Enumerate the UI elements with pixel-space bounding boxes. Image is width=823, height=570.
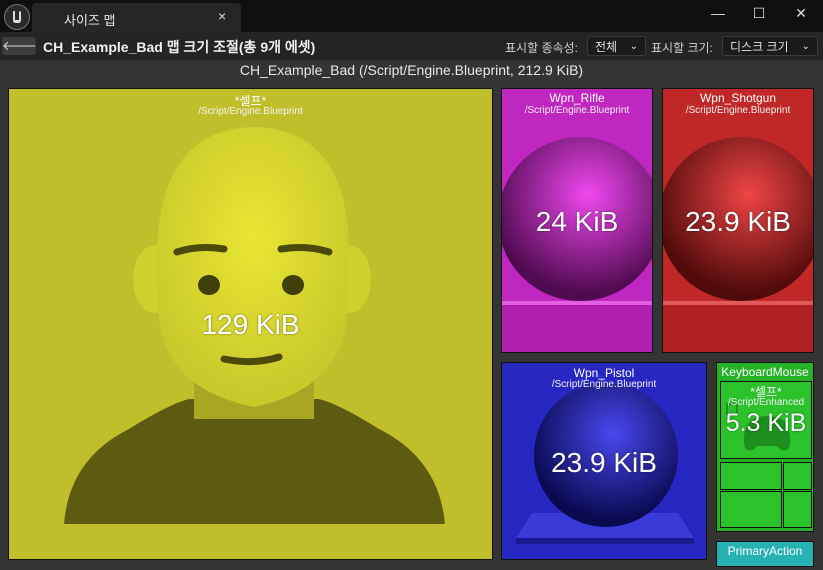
- asset-name: KeyboardMouse: [721, 365, 809, 379]
- asset-size: 24 KiB: [535, 206, 619, 237]
- unreal-logo-icon[interactable]: [4, 4, 30, 30]
- dependency-value: 전체: [595, 40, 618, 54]
- page-title: CH_Example_Bad 맵 크기 조절(총 9개 에셋): [43, 39, 316, 55]
- asset-block-sub[interactable]: [783, 491, 812, 528]
- asset-block-wpn-rifle[interactable]: Wpn_Rifle /Script/Engine.Blueprint 24 Ki…: [501, 88, 653, 353]
- asset-block-wpn-shotgun[interactable]: Wpn_Shotgun /Script/Engine.Blueprint 23.…: [662, 88, 814, 353]
- chevron-down-icon: ⌄: [629, 41, 638, 52]
- dependency-dropdown[interactable]: 전체 ⌄: [587, 36, 646, 56]
- asset-block-keyboard-self[interactable]: *셀프* /Script/Enhanced 5.3 KiB: [720, 381, 812, 459]
- tab-size-map[interactable]: 사이즈 맵 ×: [32, 3, 241, 32]
- size-label: 표시할 크기:: [651, 41, 713, 55]
- tab-label: 사이즈 맵: [64, 13, 116, 28]
- asset-block-keyboard-mouse[interactable]: KeyboardMouse *셀프* /Script/Enhanced 5.3 …: [716, 362, 814, 532]
- asset-block-primary-action[interactable]: PrimaryAction: [716, 541, 814, 567]
- asset-size: 129 KiB: [201, 309, 300, 340]
- back-arrow-icon: 🡐: [2, 38, 37, 53]
- asset-path: /Script/Enhanced: [727, 397, 805, 408]
- asset-path: /Script/Engine.Blueprint: [551, 379, 657, 390]
- asset-path: /Script/Engine.Blueprint: [524, 105, 630, 116]
- asset-name: Wpn_Shotgun: [699, 91, 777, 105]
- asset-block-sub[interactable]: [720, 491, 782, 528]
- asset-path: /Script/Engine.Blueprint: [685, 105, 791, 116]
- asset-name: PrimaryAction: [727, 544, 803, 558]
- close-window-icon[interactable]: ✕: [788, 3, 814, 23]
- asset-block-sub[interactable]: [783, 462, 812, 490]
- back-button[interactable]: 🡐: [2, 37, 37, 55]
- minimize-icon[interactable]: —: [705, 3, 731, 23]
- tab-close-icon[interactable]: ×: [218, 8, 226, 24]
- maximize-icon[interactable]: ☐: [746, 3, 772, 23]
- asset-size: 5.3 KiB: [725, 409, 807, 437]
- asset-size: 23.9 KiB: [685, 206, 791, 237]
- chevron-down-icon: ⌄: [801, 41, 810, 52]
- map-header: CH_Example_Bad (/Script/Engine.Blueprint…: [239, 62, 584, 78]
- asset-name: Wpn_Rifle: [549, 91, 605, 105]
- asset-name: Wpn_Pistol: [573, 366, 635, 380]
- dependency-label: 표시할 종속성:: [505, 41, 578, 55]
- asset-path: /Script/Engine.Blueprint: [198, 106, 303, 117]
- size-value: 디스크 크기: [730, 40, 789, 54]
- asset-block-wpn-pistol[interactable]: Wpn_Pistol /Script/Engine.Blueprint 23.9…: [501, 362, 707, 560]
- asset-size: 23.9 KiB: [551, 447, 657, 478]
- asset-block-self[interactable]: *셀프* /Script/Engine.Blueprint 129 KiB: [8, 88, 493, 560]
- size-dropdown[interactable]: 디스크 크기 ⌄: [722, 36, 818, 56]
- asset-block-sub[interactable]: [720, 462, 782, 490]
